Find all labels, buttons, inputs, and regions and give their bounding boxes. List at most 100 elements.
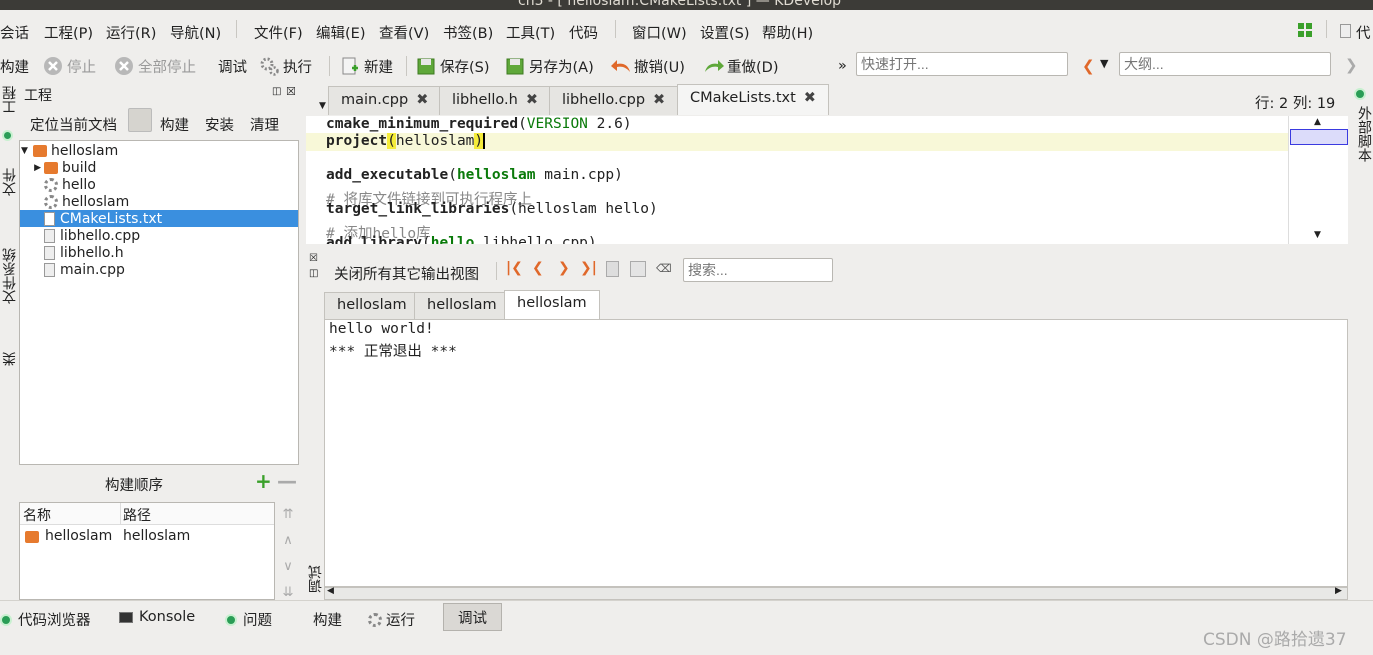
quick-open-input[interactable] <box>856 52 1068 76</box>
last-item-icon[interactable]: ❯| <box>580 260 597 276</box>
editor-minimap[interactable]: ▲ ▼ <box>1288 116 1348 244</box>
move-top-icon[interactable]: ⇈ <box>278 502 298 528</box>
close-icon[interactable]: ✖ <box>653 92 665 108</box>
save-button[interactable]: 保存(S) <box>416 54 490 78</box>
menu-run[interactable]: 运行(R) <box>106 22 156 43</box>
menu-navigate[interactable]: 导航(N) <box>170 22 221 43</box>
clear-icon[interactable]: ⌫ <box>656 262 672 275</box>
menu-bookmarks[interactable]: 书签(B) <box>443 22 493 43</box>
outline-input[interactable] <box>1119 52 1331 76</box>
undo-button[interactable]: 撤销(U) <box>610 54 685 78</box>
move-down-icon[interactable]: ∨ <box>278 554 298 580</box>
previous-item-icon[interactable]: ❮ <box>532 260 544 276</box>
dock-tab-code-browser[interactable]: 代码浏览器 <box>0 609 91 630</box>
project-install-button[interactable]: 安装 <box>205 114 234 135</box>
close-panel-icon[interactable]: ☒ <box>286 85 296 98</box>
remove-icon[interactable]: — <box>277 471 297 491</box>
left-tab-classes[interactable]: 类 <box>0 352 18 392</box>
menu-file[interactable]: 文件(F) <box>254 22 303 43</box>
minimap-viewport[interactable] <box>1290 129 1348 145</box>
menu-code[interactable]: 代码 <box>569 22 598 43</box>
menu-view[interactable]: 查看(V) <box>379 22 429 43</box>
menu-tools[interactable]: 工具(T) <box>506 22 555 43</box>
select-all-icon[interactable] <box>630 261 646 277</box>
dock-tab-debug[interactable]: 调试 <box>443 603 502 631</box>
copy-icon[interactable] <box>606 261 619 277</box>
project-build-button[interactable]: 构建 <box>160 114 189 135</box>
execute-button[interactable]: 执行 <box>259 54 312 78</box>
output-search-input[interactable] <box>683 258 833 282</box>
scroll-left-icon[interactable]: ◀ <box>327 586 334 596</box>
tab-main-cpp[interactable]: main.cpp ✖ <box>328 86 442 115</box>
close-other-views-button[interactable]: 关闭所有其它输出视图 <box>334 263 479 284</box>
code-area-label[interactable]: 代 <box>1340 22 1373 43</box>
scroll-down-icon[interactable]: ▼ <box>1314 230 1321 240</box>
dock-tab-problems[interactable]: 问题 <box>225 609 272 630</box>
debug-button[interactable]: 调试 <box>218 54 247 78</box>
tree-item-libhello-cpp[interactable]: libhello.cpp <box>20 227 298 244</box>
menu-window[interactable]: 窗口(W) <box>632 22 687 43</box>
tree-item-main-cpp[interactable]: main.cpp <box>20 261 298 278</box>
back-arrow-icon[interactable]: ❮ <box>1082 57 1095 75</box>
tab-libhello-cpp[interactable]: libhello.cpp ✖ <box>549 86 679 115</box>
left-tab-files[interactable]: 文件 <box>0 168 18 238</box>
table-row[interactable]: helloslam helloslam <box>20 528 274 546</box>
save-as-button[interactable]: 另存为(A) <box>505 54 594 78</box>
float-panel-icon[interactable]: ◫ <box>272 86 281 97</box>
stop-button[interactable]: 停止 <box>43 54 96 78</box>
column-path-header[interactable]: 路径 <box>123 505 151 525</box>
tree-item-build[interactable]: ▶ build <box>20 159 298 176</box>
float-output-icon[interactable]: ◫ <box>309 268 318 279</box>
redo-button[interactable]: 重做(D) <box>703 54 778 78</box>
tab-list-chevron-icon[interactable]: ▼ <box>319 101 326 111</box>
output-tab-3[interactable]: helloslam <box>504 290 600 319</box>
scroll-up-icon[interactable]: ▲ <box>1314 117 1321 127</box>
left-tab-project[interactable]: 工程 <box>0 86 18 146</box>
dock-tab-build[interactable]: 构建 <box>313 609 342 630</box>
horizontal-scrollbar[interactable]: ◀ ▶ <box>324 586 1348 600</box>
close-icon[interactable]: ✖ <box>804 90 816 106</box>
menu-settings[interactable]: 设置(S) <box>700 22 750 43</box>
project-tree[interactable]: ▼ helloslam ▶ build hello helloslam CMakeL… <box>19 140 299 465</box>
build-button[interactable]: 构建 <box>0 54 29 78</box>
new-button[interactable]: 新建 <box>340 54 393 78</box>
project-clean-button[interactable]: 清理 <box>250 114 279 135</box>
chevron-down-icon[interactable]: ▼ <box>1100 57 1108 70</box>
scroll-right-icon[interactable]: ▶ <box>1335 586 1342 596</box>
dock-tab-konsole[interactable]: Konsole <box>119 609 195 625</box>
collapsed-arrow-icon[interactable]: ▶ <box>20 163 44 173</box>
toolbar-overflow-button[interactable]: » <box>838 54 847 78</box>
add-icon[interactable]: + <box>255 471 272 491</box>
next-item-icon[interactable]: ❯ <box>558 260 570 276</box>
first-item-icon[interactable]: |❮ <box>506 260 523 276</box>
tab-libhello-h[interactable]: libhello.h ✖ <box>439 86 552 115</box>
menu-help[interactable]: 帮助(H) <box>762 22 813 43</box>
output-view[interactable]: hello world! *** 正常退出 *** <box>324 319 1348 587</box>
menu-session[interactable]: 会话 <box>0 22 29 43</box>
output-tab-2[interactable]: helloslam <box>414 292 510 319</box>
close-icon[interactable]: ✖ <box>416 92 428 108</box>
build-gear-icon[interactable] <box>128 108 152 132</box>
side-tab-debug[interactable]: 调试 <box>306 565 324 599</box>
menu-edit[interactable]: 编辑(E) <box>316 22 365 43</box>
forward-arrow-icon[interactable]: ❯ <box>1345 56 1358 74</box>
tree-item-helloslam-project[interactable]: ▼ helloslam <box>20 142 298 159</box>
tree-item-helloslam-target[interactable]: helloslam <box>20 193 298 210</box>
left-tab-filesystem[interactable]: 文件系统 <box>0 248 18 338</box>
tree-item-libhello-h[interactable]: libhello.h <box>20 244 298 261</box>
column-name-header[interactable]: 名称 <box>23 505 51 525</box>
tree-item-hello-target[interactable]: hello <box>20 176 298 193</box>
dock-tab-run[interactable]: 运行 <box>368 609 415 630</box>
tree-item-cmakelists[interactable]: CMakeLists.txt <box>20 210 298 227</box>
build-order-list[interactable]: 名称 路径 helloslam helloslam <box>19 502 275 600</box>
close-icon[interactable]: ✖ <box>526 92 538 108</box>
code-editor[interactable]: cmake_minimum_required(VERSION 2.6) proj… <box>306 116 1288 244</box>
stop-all-button[interactable]: 全部停止 <box>114 54 196 78</box>
locate-current-doc-button[interactable]: 定位当前文档 <box>30 114 117 135</box>
move-up-icon[interactable]: ∧ <box>278 528 298 554</box>
output-tab-1[interactable]: helloslam <box>324 292 420 319</box>
tab-cmakelists[interactable]: CMakeLists.txt ✖ <box>677 84 829 115</box>
menu-project[interactable]: 工程(P) <box>44 22 93 43</box>
area-grid-icon[interactable] <box>1297 22 1313 38</box>
expanded-arrow-icon[interactable]: ▼ <box>21 146 33 156</box>
